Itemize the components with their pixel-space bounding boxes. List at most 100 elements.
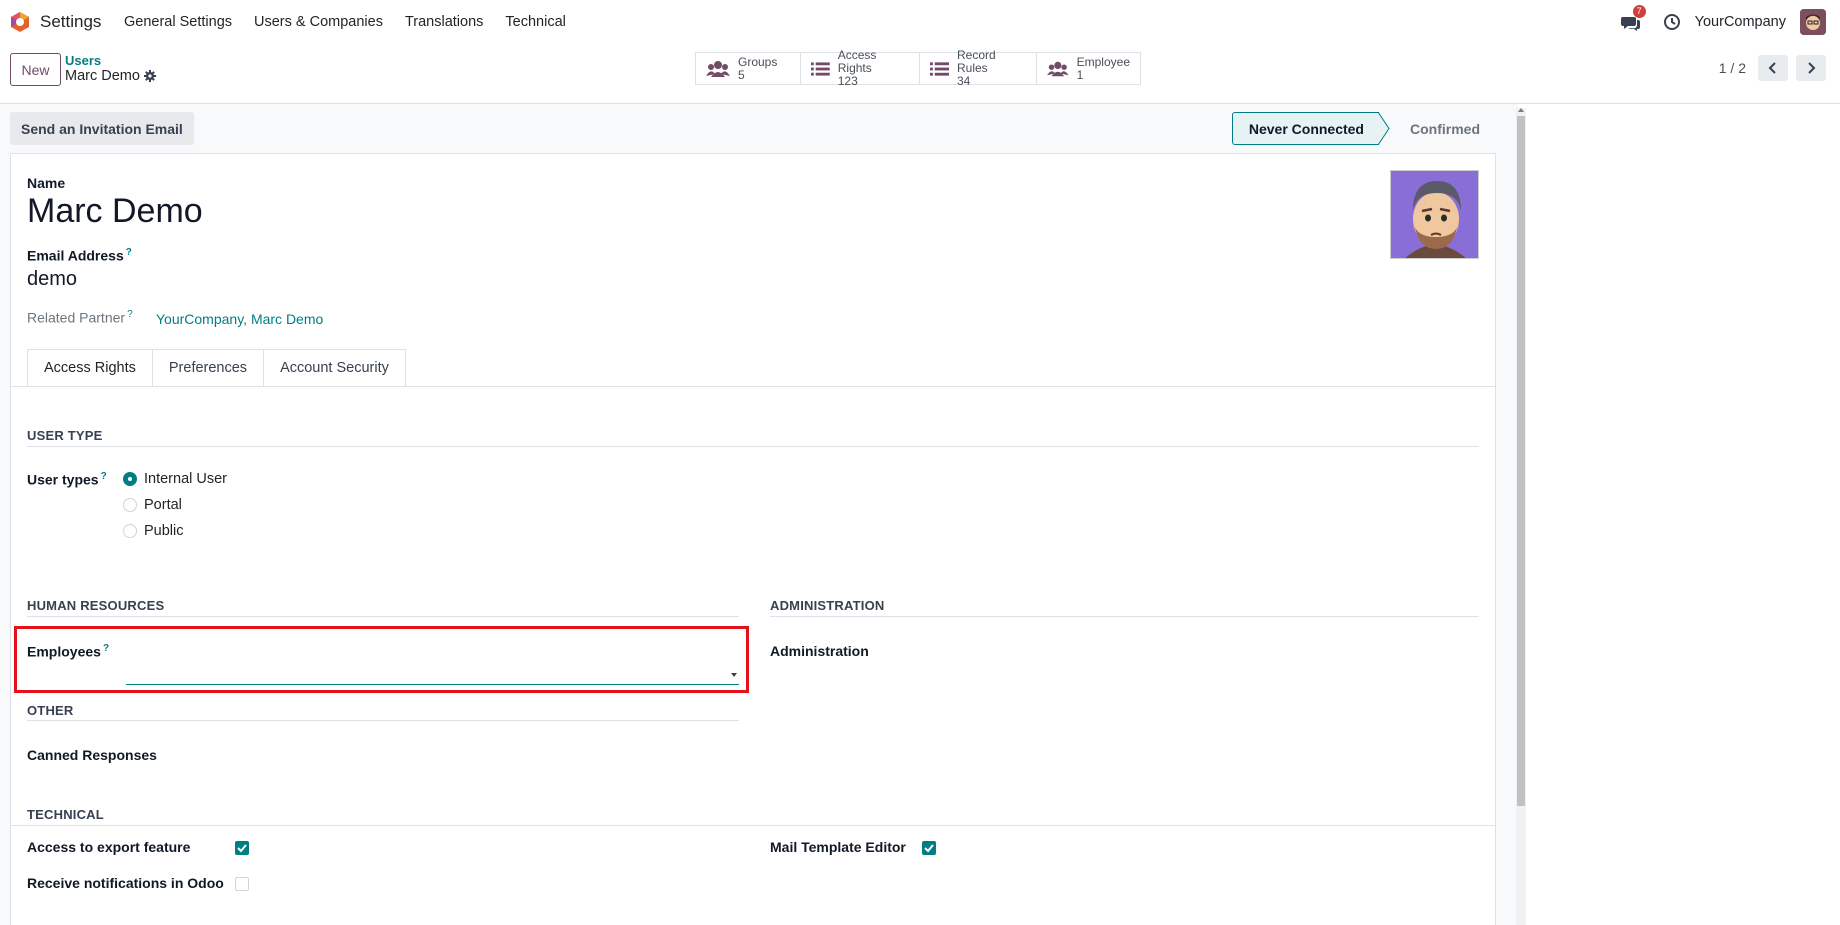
users-icon: [706, 60, 730, 77]
smart-label: Employee: [1076, 54, 1130, 69]
section-divider: [27, 616, 739, 617]
radio-button[interactable]: [123, 472, 137, 486]
radio-button[interactable]: [123, 524, 137, 538]
help-icon[interactable]: ?: [126, 247, 132, 258]
stage-arrow-icon: [1378, 112, 1390, 145]
employees-label: Employees?: [27, 643, 109, 660]
form-sheet: Name Marc Demo Email Address? demo Relat…: [10, 153, 1496, 925]
navbar-systray: 7 YourCompany: [1620, 5, 1826, 35]
send-invitation-button[interactable]: Send an Invitation Email: [10, 112, 194, 145]
radio-label: Internal User: [144, 471, 228, 487]
list-icon: [930, 61, 949, 76]
smart-count: 34: [956, 74, 971, 88]
notifications-label: Receive notifications in Odoo: [27, 875, 224, 891]
other-section-title: OTHER: [27, 703, 74, 718]
mail-template-editor-label: Mail Template Editor: [770, 839, 906, 855]
scrollbar-thumb[interactable]: [1517, 116, 1525, 806]
users-icon: [1047, 61, 1069, 76]
smart-label: Groups: [738, 54, 778, 69]
status-stages: Never Connected Confirmed: [1231, 112, 1496, 145]
breadcrumb: Marc Demo: [65, 68, 156, 84]
menu-users-companies[interactable]: Users & Companies: [254, 14, 383, 30]
scrollbar[interactable]: [1516, 108, 1526, 925]
scroll-up-arrow[interactable]: [1518, 108, 1524, 112]
admin-section-title: ADMINISTRATION: [770, 598, 885, 613]
check-icon: [924, 844, 934, 853]
pager-next-button[interactable]: [1796, 55, 1826, 81]
related-partner-label-text: Related Partner: [27, 309, 126, 326]
company-switcher[interactable]: YourCompany: [1695, 14, 1786, 30]
pager: 1 / 2: [1719, 55, 1826, 81]
breadcrumb-current: Marc Demo: [65, 68, 140, 84]
radio-label: Public: [144, 523, 184, 539]
menu-translations[interactable]: Translations: [405, 14, 483, 30]
tab-preferences[interactable]: Preferences: [152, 349, 265, 387]
smart-count: 123: [837, 74, 858, 88]
email-label-text: Email Address: [27, 247, 124, 264]
email-field[interactable]: demo: [27, 268, 77, 291]
user-avatar[interactable]: [1800, 9, 1826, 35]
canned-responses-label: Canned Responses: [27, 747, 157, 763]
menu-technical[interactable]: Technical: [505, 14, 565, 30]
caret-down-icon[interactable]: [731, 673, 737, 677]
radio-public[interactable]: Public: [123, 523, 184, 539]
main-menu: General Settings Users & Companies Trans…: [124, 14, 566, 30]
related-partner-label: Related Partner?: [27, 309, 133, 326]
smart-buttons: Groups 5 Access Rights 123 Record Rules 34 …: [695, 49, 1141, 88]
stage-confirmed[interactable]: Confirmed: [1390, 112, 1496, 145]
tab-access-rights[interactable]: Access Rights: [27, 349, 153, 387]
radio-label: Portal: [144, 497, 182, 513]
email-label: Email Address?: [27, 247, 132, 264]
user-photo[interactable]: [1390, 170, 1479, 259]
administration-label: Administration: [770, 643, 869, 659]
form-statusbar: Send an Invitation Email Never Connected…: [10, 112, 1496, 145]
hr-section-title: HUMAN RESOURCES: [27, 598, 165, 613]
stage-never-connected[interactable]: Never Connected: [1231, 112, 1379, 145]
list-icon: [811, 61, 830, 76]
breadcrumb-users[interactable]: Users: [65, 53, 101, 68]
pager-value[interactable]: 1 / 2: [1719, 60, 1746, 76]
new-button[interactable]: New: [10, 53, 61, 86]
radio-internal-user[interactable]: Internal User: [123, 471, 227, 487]
gear-icon[interactable]: [143, 70, 156, 82]
record-rules-smart-button[interactable]: Record Rules 34: [920, 49, 1037, 88]
section-divider: [11, 825, 1495, 826]
related-partner-link[interactable]: YourCompany, Marc Demo: [156, 311, 323, 327]
help-icon[interactable]: ?: [101, 471, 107, 482]
app-name[interactable]: Settings: [40, 12, 101, 32]
section-divider: [770, 616, 1479, 617]
help-icon[interactable]: ?: [127, 309, 133, 320]
radio-portal[interactable]: Portal: [123, 497, 182, 513]
radio-button[interactable]: [123, 498, 137, 512]
chat-badge: 7: [1632, 5, 1646, 18]
smart-label: Record Rules: [956, 48, 996, 75]
form-view: Send an Invitation Email Never Connected…: [0, 104, 1518, 925]
notifications-checkbox[interactable]: [235, 877, 249, 891]
check-icon: [237, 844, 247, 853]
chevron-left-icon: [1768, 62, 1776, 74]
clock-icon[interactable]: [1663, 13, 1681, 31]
smart-count: 5: [738, 67, 745, 82]
access-rights-smart-button[interactable]: Access Rights 123: [801, 49, 920, 88]
chat-icon[interactable]: 7: [1620, 5, 1646, 33]
menu-general-settings[interactable]: General Settings: [124, 14, 232, 30]
tabs-divider: [11, 386, 1495, 387]
help-icon[interactable]: ?: [103, 643, 109, 654]
groups-smart-button[interactable]: Groups 5: [696, 53, 801, 84]
smart-label: Access Rights: [837, 48, 877, 75]
employee-smart-button[interactable]: Employee 1: [1037, 53, 1140, 84]
employees-select[interactable]: [126, 664, 739, 685]
smart-count: 1: [1076, 67, 1084, 82]
mail-template-editor-checkbox[interactable]: [922, 841, 936, 855]
odoo-app-icon[interactable]: [9, 11, 31, 33]
export-feature-label: Access to export feature: [27, 839, 191, 855]
user-types-label: User types?: [27, 471, 107, 488]
top-navbar: Settings General Settings Users & Compan…: [0, 0, 1840, 44]
chevron-right-icon: [1808, 62, 1816, 74]
tab-account-security[interactable]: Account Security: [264, 349, 406, 387]
technical-section-title: TECHNICAL: [27, 807, 104, 822]
name-field[interactable]: Marc Demo: [27, 192, 203, 231]
notebook-tabs: Access Rights Preferences Account Securi…: [27, 349, 406, 387]
pager-previous-button[interactable]: [1758, 55, 1788, 81]
export-feature-checkbox[interactable]: [235, 841, 249, 855]
